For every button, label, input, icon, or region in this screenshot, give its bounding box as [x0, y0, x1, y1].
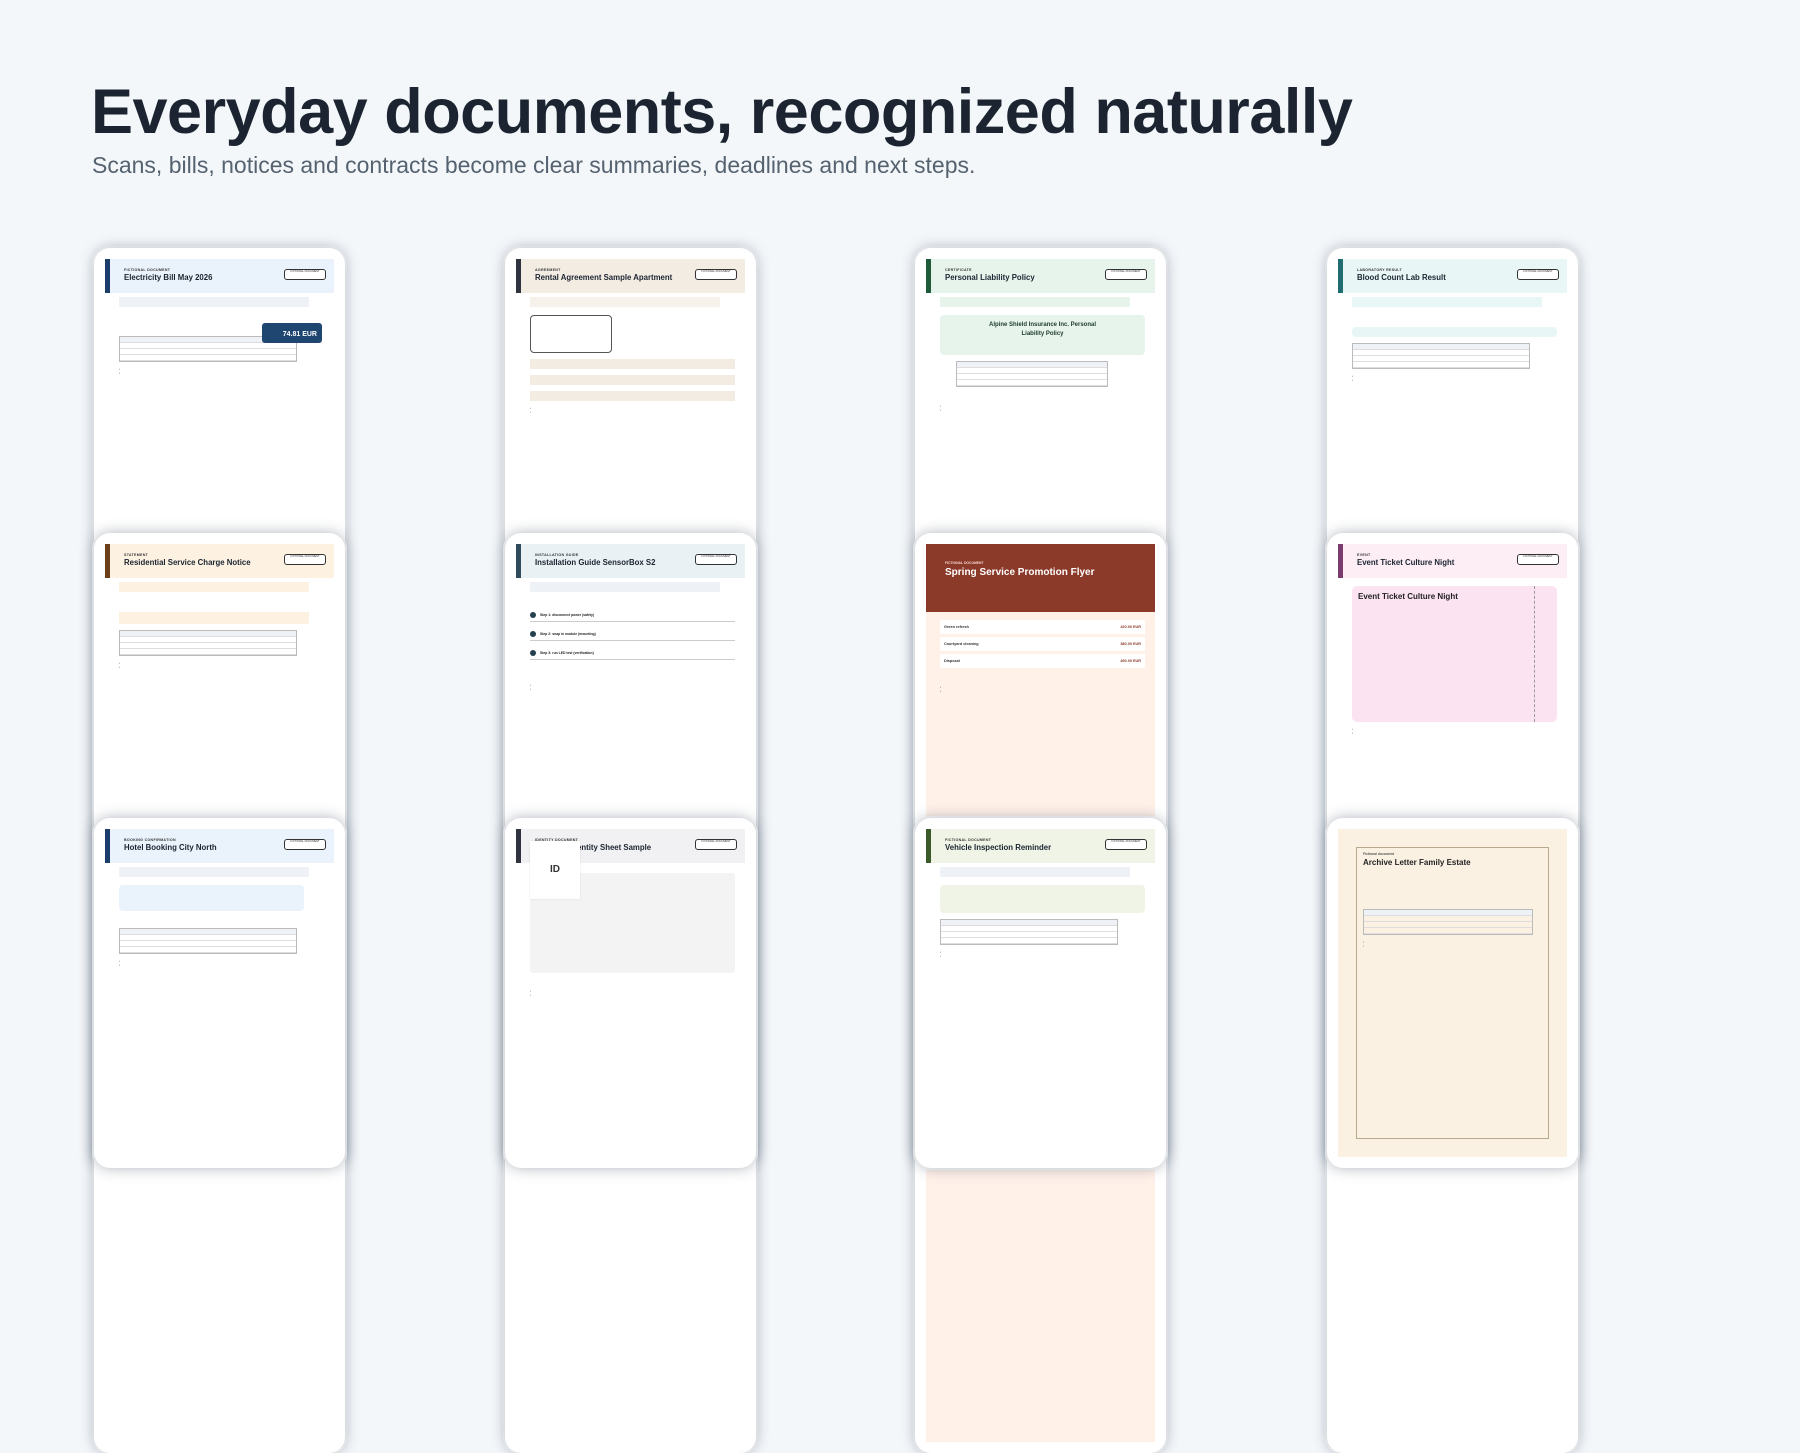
document-header: Event Event Ticket Culture Night FICTION… — [1338, 544, 1567, 578]
notes-list: • • — [1352, 374, 1353, 383]
identity-card: ID — [530, 841, 735, 973]
notes-list: • • — [940, 685, 941, 694]
coverage-table — [956, 361, 1108, 387]
summary-text — [530, 979, 720, 984]
party-details — [1352, 311, 1542, 319]
meta-row — [530, 582, 720, 592]
party-details — [940, 391, 1130, 399]
fictional-badge: FICTIONAL DOCUMENT — [1105, 269, 1147, 280]
service-offers: Green refresh 420.00 EUR Courtyard cleani… — [940, 620, 1145, 668]
notes-list: • • — [119, 661, 120, 670]
installation-step-1: Step 1: disconnect power (safety) — [530, 610, 735, 622]
line-items-table — [119, 928, 297, 954]
estate-table — [1363, 909, 1533, 935]
summary-text — [119, 917, 309, 922]
party-details — [119, 311, 239, 319]
party-details — [1363, 871, 1513, 879]
document-card-identity-sheet[interactable]: Identity document Personal Identity Shee… — [505, 818, 756, 1168]
document-header: Installation guide Installation Guide Se… — [516, 544, 745, 578]
fictional-badge: FICTIONAL DOCUMENT — [284, 269, 326, 280]
notes-list: • • — [1352, 727, 1353, 736]
fictional-badge: FICTIONAL DOCUMENT — [284, 554, 326, 565]
document-header: Certificate Personal Liability Policy FI… — [926, 259, 1155, 293]
document-header: Laboratory result Blood Count Lab Result… — [1338, 259, 1567, 293]
document-title: Spring Service Promotion Flyer — [945, 567, 1095, 578]
term-band — [530, 359, 735, 369]
notes-list: • • — [530, 406, 531, 415]
offer-item: Courtyard cleaning 380.00 EUR — [940, 637, 1145, 651]
total-amount-box: 74.81 EUR — [262, 323, 322, 343]
notes-list: • • — [940, 950, 941, 959]
document-kind: Fictional document — [1363, 852, 1395, 856]
installation-step-3: Step 3: run LED test (verification) — [530, 648, 735, 660]
notes-list: • • — [530, 683, 531, 692]
document-title: Archive Letter Family Estate — [1363, 858, 1471, 867]
checklist-table — [940, 919, 1118, 945]
document-header: Fictional document Vehicle Inspection Re… — [926, 829, 1155, 863]
document-card-vehicle-inspection[interactable]: Fictional document Vehicle Inspection Re… — [915, 818, 1166, 1168]
fictional-badge: FICTIONAL DOCUMENT — [1517, 269, 1559, 280]
policy-card-title: Alpine Shield Insurance Inc. Personal Li… — [988, 322, 1097, 337]
fictional-badge: FICTIONAL DOCUMENT — [695, 554, 737, 565]
fictional-badge: FICTIONAL DOCUMENT — [695, 839, 737, 850]
line-items-table — [119, 630, 297, 656]
document-card-hotel-booking[interactable]: Booking confirmation Hotel Booking City … — [94, 818, 345, 1168]
fictional-badge: FICTIONAL DOCUMENT — [1517, 554, 1559, 565]
meta-row — [1352, 297, 1542, 307]
document-header: Statement Residential Service Charge Not… — [105, 544, 334, 578]
reminder-card — [940, 885, 1145, 913]
ticket-title: Event Ticket Culture Night — [1358, 592, 1458, 601]
deposit-band — [530, 391, 735, 401]
result-summary — [1352, 327, 1557, 337]
document-gallery: Fictional document Electricity Bill May … — [94, 248, 1578, 1453]
ticket-stub-divider — [1534, 586, 1535, 722]
notes-list: • • — [940, 404, 941, 413]
notes-list: • • — [119, 367, 120, 376]
document-card-archive-letter[interactable]: Fictional document Archive Letter Family… — [1327, 818, 1578, 1168]
results-table — [1352, 343, 1530, 369]
document-header: Booking confirmation Hotel Booking City … — [105, 829, 334, 863]
rent-band — [530, 375, 735, 385]
parties-box — [530, 315, 612, 353]
party-details — [530, 670, 720, 678]
notes-list: • • — [530, 989, 531, 998]
amount-row — [119, 612, 309, 624]
offer-item: Disposal 490.00 EUR — [940, 654, 1145, 668]
summary-text — [530, 598, 720, 603]
total-amount: 74.81 EUR — [282, 331, 317, 338]
offer-item: Green refresh 420.00 EUR — [940, 620, 1145, 634]
flyer-header: Fictional document Spring Service Promot… — [926, 544, 1155, 612]
document-header: Agreement Rental Agreement Sample Apartm… — [516, 259, 745, 293]
party-details — [940, 672, 1130, 680]
document-header: Fictional document Electricity Bill May … — [105, 259, 334, 293]
page-subtitle: Scans, bills, notices and contracts beco… — [92, 152, 976, 178]
fictional-badge: FICTIONAL DOCUMENT — [1105, 839, 1147, 850]
meta-row — [530, 297, 720, 307]
stay-details — [119, 885, 304, 911]
meta-row — [940, 867, 1130, 877]
meta-row — [119, 867, 309, 877]
id-photo-placeholder: ID — [530, 841, 580, 899]
party-details — [119, 596, 239, 604]
fictional-badge: FICTIONAL DOCUMENT — [695, 269, 737, 280]
meta-row — [119, 582, 309, 592]
policy-card: Alpine Shield Insurance Inc. Personal Li… — [940, 315, 1145, 355]
fictional-badge: FICTIONAL DOCUMENT — [284, 839, 326, 850]
notes-list: • • — [119, 959, 120, 968]
installation-step-2: Step 2: snap in module (mounting) — [530, 629, 735, 641]
archive-letter-frame: Fictional document Archive Letter Family… — [1356, 847, 1549, 1139]
notes-list: • • — [1363, 940, 1364, 949]
page-title: Everyday documents, recognized naturally — [91, 77, 1353, 147]
ticket-card: Event Ticket Culture Night — [1352, 586, 1557, 722]
meta-row — [119, 297, 309, 307]
meta-row — [940, 297, 1130, 307]
